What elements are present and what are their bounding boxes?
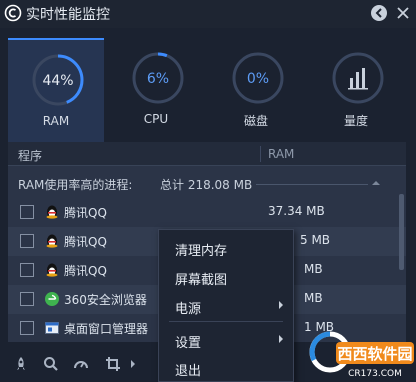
process-memory: 37.34 MB [268, 204, 325, 218]
tile-cpu-label: CPU [143, 112, 169, 126]
process-memory: MB [304, 291, 323, 305]
qq-penguin-icon [46, 205, 58, 219]
process-name: 腾讯QQ [64, 206, 107, 220]
summary-row: RAM使用率高的进程: 总计 218.08 MB [8, 172, 406, 196]
window-title: 实时性能监控 [26, 7, 110, 23]
summary-label: RAM使用率高的进程: [18, 178, 133, 192]
ram-gauge: 44% [32, 54, 84, 106]
row-checkbox[interactable] [20, 292, 34, 306]
watermark-domain: CR173.COM [348, 369, 402, 379]
process-memory: 5 MB [300, 233, 331, 247]
qq-penguin-icon [46, 263, 58, 277]
scrollbar[interactable] [399, 194, 404, 270]
menu-item-screenshot[interactable]: 屏幕截图 [159, 261, 293, 291]
qq-penguin-icon [46, 234, 58, 248]
menu-item-label: 清理内存 [175, 244, 228, 259]
browser-360-icon [45, 292, 59, 306]
menu-item-exit[interactable]: 退出 [159, 352, 293, 382]
crop-icon[interactable] [104, 355, 122, 373]
column-ram[interactable]: RAM [268, 147, 294, 161]
process-memory: MB [304, 262, 323, 276]
tile-metrics-label: 量度 [343, 114, 368, 128]
watermark-brand: 西西软件园 [337, 345, 412, 363]
menu-separator [169, 321, 283, 322]
context-menu: 清理内存 屏幕截图 电源 设置 退出 [158, 229, 294, 382]
menu-item-label: 设置 [175, 336, 202, 351]
column-header: 程序 RAM [8, 142, 406, 166]
tile-disk-label: 磁盘 [243, 114, 268, 128]
summary-divider [256, 184, 368, 185]
window-manager-icon [45, 322, 59, 334]
bar-chart-icon [332, 52, 384, 104]
menu-item-power[interactable]: 电源 [159, 290, 293, 320]
process-name: 腾讯QQ [64, 235, 107, 249]
site-watermark-logo: 西西软件园 CR173.COM [309, 331, 414, 379]
row-checkbox[interactable] [20, 205, 34, 219]
submenu-arrow-icon [279, 335, 283, 343]
back-arrow-icon[interactable] [370, 4, 388, 22]
row-checkbox[interactable] [20, 234, 34, 248]
rocket-icon[interactable] [12, 355, 30, 373]
cpu-gauge: 6% [132, 52, 184, 104]
column-program[interactable]: 程序 [18, 147, 42, 164]
close-icon[interactable] [394, 4, 412, 22]
speedometer-icon[interactable] [72, 355, 90, 373]
collapse-caret-icon[interactable] [370, 177, 382, 189]
submenu-arrow-icon [279, 301, 283, 309]
process-name: 360安全浏览器 [64, 293, 147, 307]
tile-disk[interactable]: 0% 磁盘 [208, 38, 304, 142]
process-name: 桌面窗口管理器 [64, 322, 149, 336]
metric-tiles: 44% RAM 6% CPU 0% 磁盘 量度 [8, 38, 406, 142]
chevron-right-icon[interactable] [128, 355, 138, 373]
menu-item-settings[interactable]: 设置 [159, 324, 293, 354]
title-bar: 实时性能监控 [0, 0, 416, 28]
ram-percent: 44% [42, 73, 73, 89]
menu-item-clean-memory[interactable]: 清理内存 [159, 232, 293, 262]
menu-item-label: 屏幕截图 [175, 273, 228, 288]
tile-ram-label: RAM [42, 114, 70, 128]
app-logo-icon [4, 4, 22, 22]
column-divider [260, 146, 261, 162]
process-name: 腾讯QQ [64, 264, 107, 278]
row-checkbox[interactable] [20, 263, 34, 277]
tile-cpu[interactable]: 6% CPU [108, 38, 204, 142]
cpu-percent: 6% [147, 71, 169, 87]
menu-item-label: 退出 [175, 364, 202, 379]
menu-item-label: 电源 [175, 302, 202, 317]
disk-gauge: 0% [232, 52, 284, 104]
summary-total: 总计 218.08 MB [160, 178, 253, 192]
tile-ram[interactable]: 44% RAM [8, 38, 104, 142]
table-row[interactable]: 腾讯QQ 37.34 MB [8, 198, 406, 227]
row-checkbox[interactable] [20, 321, 34, 335]
search-icon[interactable] [42, 355, 60, 373]
disk-percent: 0% [247, 71, 269, 87]
tile-metrics[interactable]: 量度 [308, 38, 404, 142]
